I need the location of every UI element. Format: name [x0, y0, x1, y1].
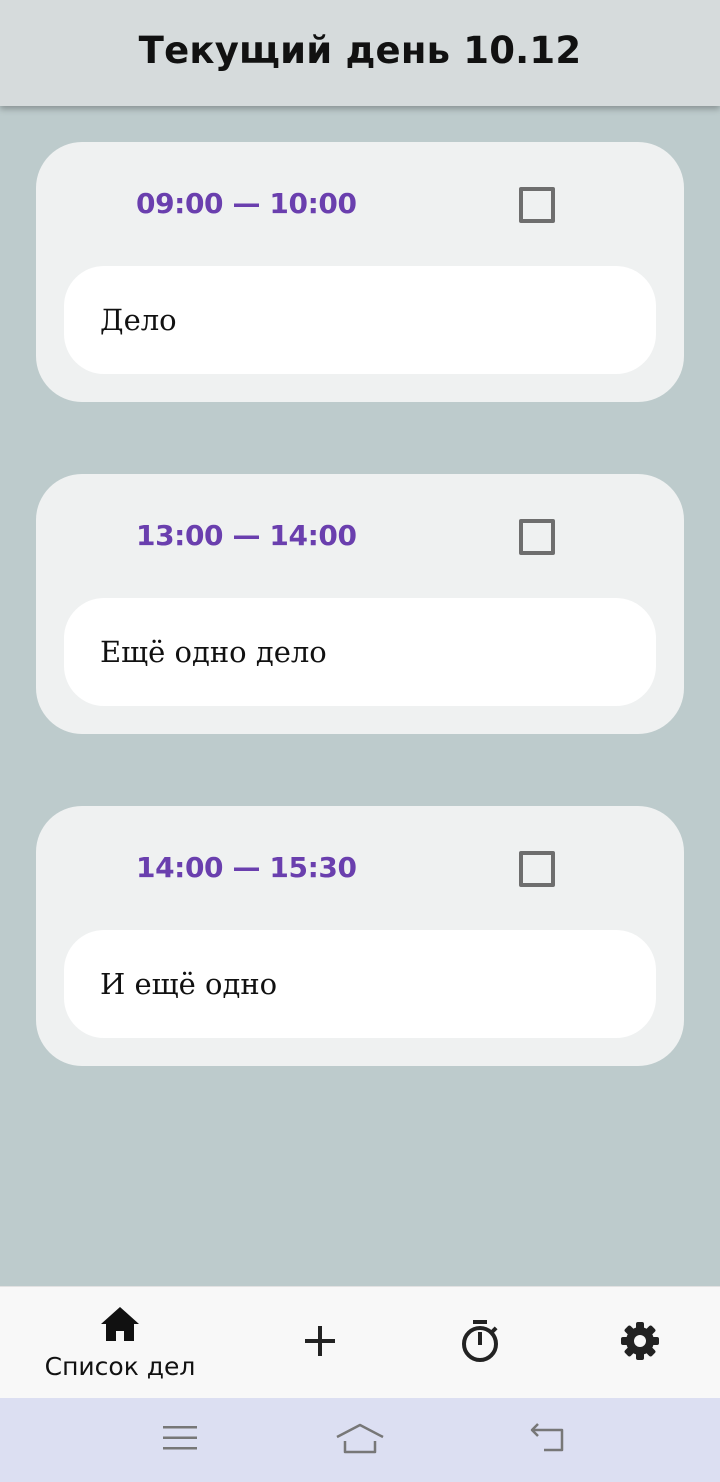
- system-menu-button[interactable]: [150, 1418, 210, 1462]
- task-done-checkbox[interactable]: [519, 851, 555, 887]
- task-card: 09:00 — 10:00 Дело: [36, 142, 684, 402]
- task-done-checkbox[interactable]: [519, 519, 555, 555]
- task-title: Дело: [100, 303, 177, 337]
- task-card: 14:00 — 15:30 И ещё одно: [36, 806, 684, 1066]
- system-home-button[interactable]: [330, 1418, 390, 1462]
- page-title: Текущий день 10.12: [138, 28, 582, 72]
- task-list: 09:00 — 10:00 Дело 13:00 — 14:00 Ещё одн…: [36, 142, 684, 1138]
- timer-button[interactable]: [440, 1287, 520, 1399]
- nav-item-label: Список дел: [44, 1352, 196, 1381]
- task-body[interactable]: И ещё одно: [64, 930, 656, 1038]
- task-time: 09:00 — 10:00: [136, 187, 357, 220]
- settings-button[interactable]: [600, 1287, 680, 1399]
- task-body[interactable]: Дело: [64, 266, 656, 374]
- system-nav-bar: [0, 1398, 720, 1482]
- bottom-nav: Список дел: [0, 1286, 720, 1398]
- home-outline-icon: [334, 1421, 386, 1460]
- stopwatch-icon: [460, 1319, 500, 1368]
- system-back-button[interactable]: [518, 1418, 578, 1462]
- gear-icon: [619, 1320, 661, 1367]
- menu-icon: [162, 1424, 198, 1457]
- task-title: Ещё одно дело: [100, 635, 327, 669]
- task-time: 13:00 — 14:00: [136, 519, 357, 552]
- back-icon: [528, 1422, 568, 1459]
- task-time: 14:00 — 15:30: [136, 851, 357, 884]
- plus-icon: [303, 1324, 337, 1363]
- task-card: 13:00 — 14:00 Ещё одно дело: [36, 474, 684, 734]
- home-icon: [99, 1305, 141, 1348]
- task-done-checkbox[interactable]: [519, 187, 555, 223]
- add-task-button[interactable]: [280, 1287, 360, 1399]
- app-bar: Текущий день 10.12: [0, 0, 720, 106]
- task-title: И ещё одно: [100, 967, 278, 1001]
- nav-item-task-list[interactable]: Список дел: [20, 1287, 220, 1399]
- task-body[interactable]: Ещё одно дело: [64, 598, 656, 706]
